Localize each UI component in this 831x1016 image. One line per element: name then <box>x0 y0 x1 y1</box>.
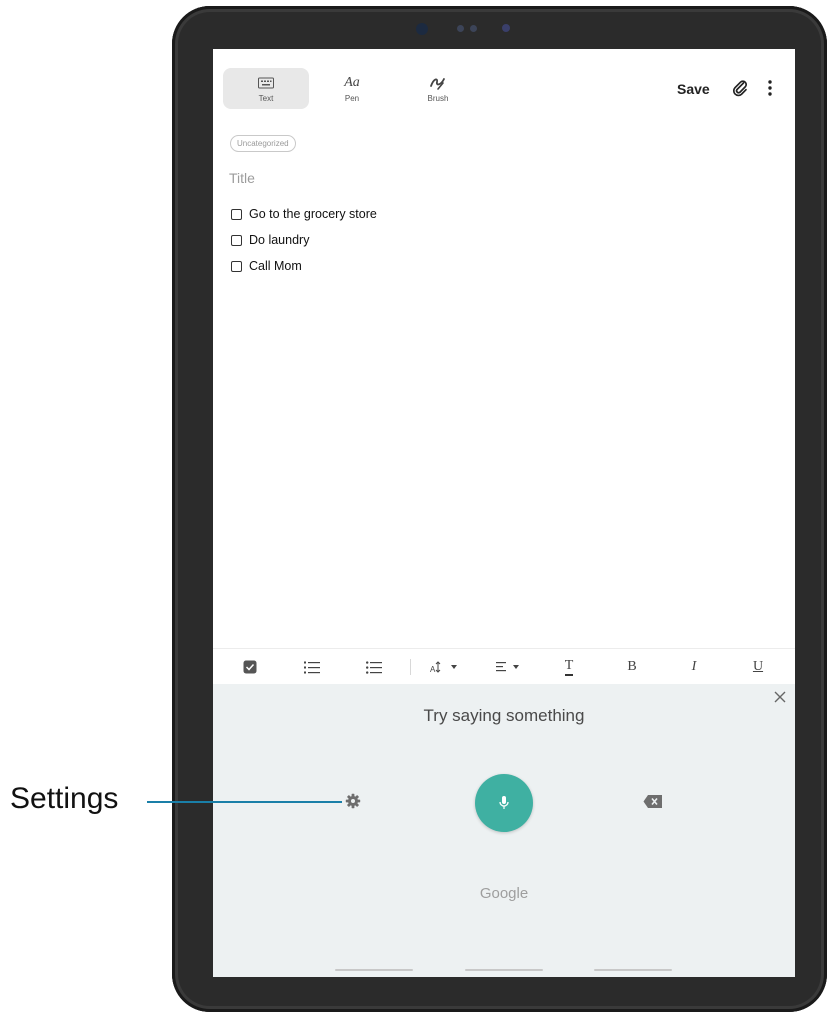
mode-tab-brush[interactable]: Brush <box>395 68 481 109</box>
checkbox[interactable] <box>231 260 242 272</box>
settings-gear-icon[interactable] <box>345 793 361 809</box>
mode-tab-pen[interactable]: Aa Pen <box>309 68 395 109</box>
numbered-list-icon <box>304 661 320 673</box>
italic-icon: I <box>691 659 697 674</box>
paperclip-icon[interactable] <box>731 79 749 97</box>
sensor-icon <box>457 25 464 32</box>
category-chip[interactable]: Uncategorized <box>230 135 296 152</box>
checkbox[interactable] <box>231 208 242 220</box>
brush-icon <box>430 77 445 90</box>
save-button[interactable]: Save <box>677 81 710 97</box>
voice-input-panel: Try saying something Google <box>213 684 795 977</box>
microphone-button[interactable] <box>475 774 533 832</box>
bold-icon: B <box>627 659 637 674</box>
nav-indicator <box>594 969 672 971</box>
nav-indicator <box>335 969 413 971</box>
more-vertical-icon[interactable] <box>765 79 775 97</box>
underline-button[interactable]: U <box>749 657 767 677</box>
align-icon <box>496 662 519 672</box>
nav-indicator <box>465 969 543 971</box>
align-button[interactable] <box>496 657 526 677</box>
front-camera-icon <box>416 23 428 35</box>
google-brand: Google <box>479 885 529 902</box>
format-toolbar: A T B I U <box>213 648 795 685</box>
callout-line <box>147 801 342 803</box>
mode-tab-label: Pen <box>344 93 360 103</box>
close-icon[interactable] <box>773 690 787 704</box>
bullet-list-icon <box>366 660 382 674</box>
italic-button[interactable]: I <box>685 657 703 677</box>
bold-button[interactable]: B <box>623 657 641 677</box>
svg-text:A: A <box>430 665 436 674</box>
title-field[interactable]: Title <box>229 170 255 186</box>
mode-tab-text[interactable]: Text <box>223 68 309 109</box>
numbered-list-button[interactable] <box>303 657 321 677</box>
text-color-button[interactable]: T <box>560 657 578 677</box>
checkbox-button[interactable] <box>241 657 259 677</box>
bullet-list-button[interactable] <box>365 657 383 677</box>
backspace-icon[interactable] <box>643 794 663 809</box>
checklist-item-text[interactable]: Do laundry <box>249 233 309 247</box>
screen: Text Aa Pen Brush Save Uncategorized Tit… <box>213 49 795 977</box>
sensor-icon <box>470 25 477 32</box>
mode-tab-label: Text <box>258 93 274 103</box>
settings-callout-label: Settings <box>10 782 119 815</box>
checklist-item[interactable]: Do laundry <box>231 227 377 253</box>
checklist: Go to the grocery store Do laundry Call … <box>231 201 377 279</box>
toolbar-divider <box>410 659 411 675</box>
microphone-icon <box>499 796 509 809</box>
camera-bar <box>172 6 827 51</box>
voice-prompt: Try saying something <box>423 706 585 725</box>
note-toolbar: Text Aa Pen Brush Save <box>213 49 795 115</box>
text-color-icon: T <box>564 658 574 676</box>
checklist-item[interactable]: Call Mom <box>231 253 377 279</box>
checklist-item[interactable]: Go to the grocery store <box>231 201 377 227</box>
checklist-item-text[interactable]: Call Mom <box>249 259 302 273</box>
keyboard-icon <box>258 77 274 88</box>
mode-tab-label: Brush <box>427 93 449 103</box>
checkbox-icon <box>243 660 257 674</box>
pen-aa-icon: Aa <box>344 74 360 90</box>
checkbox[interactable] <box>231 234 242 246</box>
underline-icon: U <box>752 659 764 674</box>
checklist-item-text[interactable]: Go to the grocery store <box>249 207 377 221</box>
font-size-icon: A <box>430 661 457 674</box>
font-size-button[interactable]: A <box>429 657 463 677</box>
sensor-icon <box>502 24 510 32</box>
